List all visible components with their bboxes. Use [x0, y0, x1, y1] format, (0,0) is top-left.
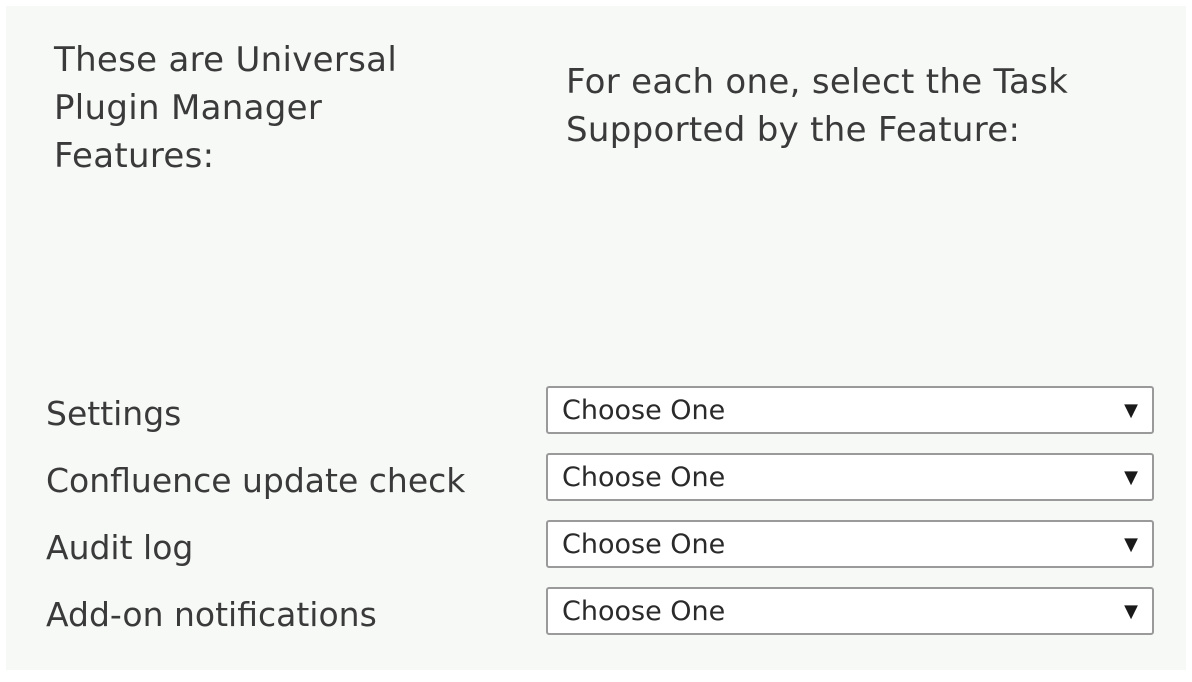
task-select-audit-log[interactable]: Choose One ▼	[546, 520, 1154, 568]
task-instruction: For each one, select the Task Supported …	[566, 62, 1069, 150]
feature-label-confluence-update-check: Confluence update check	[46, 461, 466, 500]
task-select-confluence-update-check[interactable]: Choose One ▼	[546, 453, 1154, 501]
dropdown-arrow-icon: ▼	[1124, 467, 1138, 488]
feature-label-audit-log: Audit log	[46, 528, 194, 567]
select-value: Choose One	[562, 462, 726, 493]
feature-label-settings: Settings	[46, 394, 182, 433]
features-instruction: These are Universal Plugin Manager Featu…	[54, 40, 398, 176]
select-value: Choose One	[562, 596, 726, 627]
dropdown-arrow-icon: ▼	[1124, 534, 1138, 555]
dropdown-arrow-icon: ▼	[1124, 601, 1138, 622]
feature-label-add-on-notifications: Add-on notifications	[46, 595, 377, 634]
dropdown-arrow-icon: ▼	[1124, 400, 1138, 421]
task-select-add-on-notifications[interactable]: Choose One ▼	[546, 587, 1154, 635]
select-value: Choose One	[562, 529, 726, 560]
task-select-settings[interactable]: Choose One ▼	[546, 386, 1154, 434]
select-value: Choose One	[562, 395, 726, 426]
question-panel: These are Universal Plugin Manager Featu…	[6, 6, 1186, 670]
